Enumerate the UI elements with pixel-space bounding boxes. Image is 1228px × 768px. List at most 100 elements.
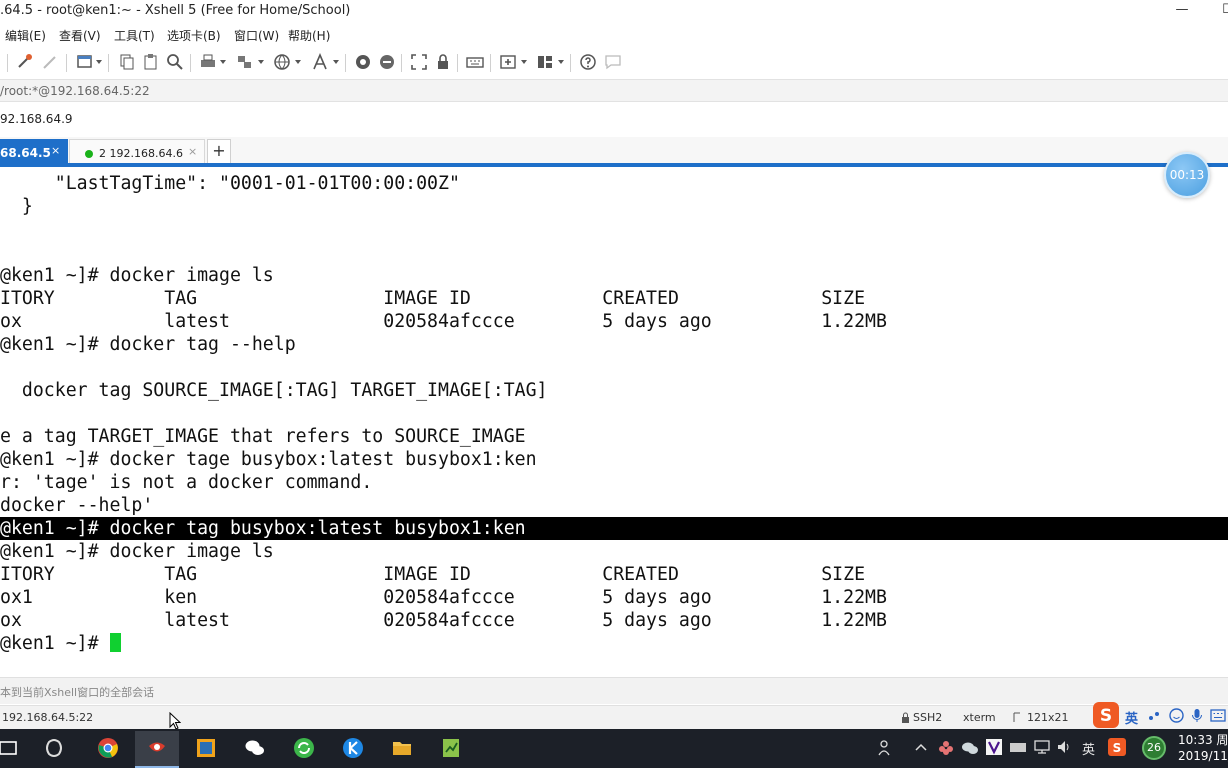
new-tab-button[interactable]: + xyxy=(207,139,231,165)
paste-icon[interactable] xyxy=(142,53,160,71)
help-icon[interactable] xyxy=(579,53,597,71)
notification-badge[interactable]: 26 xyxy=(1142,736,1166,760)
tab-label: 68.64.5 xyxy=(0,146,51,160)
lock-icon xyxy=(902,712,909,723)
menu-help[interactable]: 帮助(H) xyxy=(288,27,330,44)
terminal-line: @ken1 ~]# docker tage busybox:latest bus… xyxy=(0,449,537,470)
folder-icon xyxy=(393,742,411,755)
disconnect-icon[interactable] xyxy=(41,53,59,71)
chevron-down-icon[interactable] xyxy=(220,60,226,64)
terminal-line: ox latest 020584afccce 5 days ago 1.22MB xyxy=(0,311,887,332)
xmanager-icon[interactable] xyxy=(378,53,396,71)
device-icon[interactable] xyxy=(1009,740,1027,754)
terminal-line: "LastTagTime": "0001-01-01T00:00:00Z" xyxy=(0,173,460,194)
clock-time[interactable]: 10:33 周 xyxy=(1178,731,1228,748)
keyboard-icon[interactable] xyxy=(466,53,484,71)
chevron-down-icon[interactable] xyxy=(295,60,301,64)
globe-icon[interactable] xyxy=(273,53,291,71)
copy-icon[interactable] xyxy=(118,53,136,71)
add-tab-icon[interactable] xyxy=(499,53,517,71)
taskbar-vmware[interactable] xyxy=(184,731,228,768)
tab-session-1[interactable]: 68.64.5 × xyxy=(0,139,68,165)
wechat-tray-icon[interactable] xyxy=(961,740,979,756)
layout-icon[interactable] xyxy=(536,53,554,71)
new-session-icon[interactable] xyxy=(76,53,94,71)
menu-window[interactable]: 窗口(W) xyxy=(234,27,279,44)
compose-bar[interactable]: 本到当前Xshell窗口的全部会话 xyxy=(0,677,1228,704)
window-title: .64.5 - root@ken1:~ - Xshell 5 (Free for… xyxy=(0,3,351,18)
menu-tools[interactable]: 工具(T) xyxy=(114,27,155,44)
taskbar-xshell[interactable] xyxy=(135,731,179,768)
toolbar-separator xyxy=(66,54,67,72)
toolbar-separator xyxy=(345,54,346,72)
address-bar[interactable]: /root:*@192.168.64.5:22 xyxy=(0,79,1228,102)
taskbar-file-explorer[interactable] xyxy=(380,731,424,768)
terminal-line: @ken1 ~]# docker tag --help xyxy=(0,334,296,355)
sogou-tray-icon[interactable]: S xyxy=(1108,738,1126,756)
ime-mode-label[interactable]: 英 xyxy=(1125,708,1138,727)
flower-app-icon[interactable] xyxy=(938,740,954,756)
task-view-button[interactable] xyxy=(0,731,30,768)
taskbar: 英 S 26 10:33 周 2019/11/ xyxy=(0,729,1228,768)
taskbar-k-app[interactable] xyxy=(331,731,375,768)
chevron-down-icon[interactable] xyxy=(521,60,527,64)
tab-session-2[interactable]: 2 192.168.64.6 × xyxy=(69,139,205,165)
minimize-button[interactable]: — xyxy=(1159,0,1205,23)
menu-view[interactable]: 查看(V) xyxy=(59,27,101,44)
punctuation-icon[interactable] xyxy=(1147,709,1161,723)
fullscreen-icon[interactable] xyxy=(410,53,428,71)
status-bar: 192.168.64.5:22 SSH2 xterm 121x21 xyxy=(0,705,1228,729)
chevron-down-icon[interactable] xyxy=(258,60,264,64)
resize-icon xyxy=(1013,712,1020,722)
network-icon[interactable] xyxy=(1033,739,1051,755)
v-app-icon[interactable] xyxy=(986,739,1002,755)
toolbar xyxy=(0,48,1228,78)
menu-edit[interactable]: 编辑(E) xyxy=(5,27,46,44)
maximize-button[interactable]: ☐ xyxy=(1205,0,1228,23)
close-icon[interactable]: × xyxy=(51,145,60,157)
notepad-app-icon xyxy=(443,739,459,757)
status-size: 121x21 xyxy=(1027,711,1069,724)
menu-tabs[interactable]: 选项卡(B) xyxy=(167,27,221,44)
clock-date[interactable]: 2019/11/ xyxy=(1178,749,1228,763)
ime-language-label[interactable]: 英 xyxy=(1082,739,1095,758)
session-host[interactable]: 92.168.64.9 xyxy=(0,112,73,126)
print-icon[interactable] xyxy=(199,53,217,71)
taskbar-app-360[interactable] xyxy=(32,731,76,768)
font-icon[interactable] xyxy=(311,53,329,71)
transfer-icon[interactable] xyxy=(236,53,254,71)
reconnect-icon[interactable] xyxy=(16,53,34,71)
app-360-icon xyxy=(46,739,62,757)
taskbar-notepad-app[interactable] xyxy=(429,731,473,768)
chevron-down-icon[interactable] xyxy=(558,60,564,64)
k-app-icon xyxy=(343,738,363,758)
taskbar-wechat[interactable] xyxy=(233,731,277,768)
people-icon[interactable] xyxy=(878,739,894,757)
chevron-down-icon[interactable] xyxy=(333,60,339,64)
taskbar-refresh-app[interactable] xyxy=(282,731,326,768)
microphone-icon[interactable] xyxy=(1191,708,1203,723)
xftp-icon[interactable] xyxy=(354,53,372,71)
taskbar-chrome[interactable] xyxy=(86,731,130,768)
terminal-prompt: @ken1 ~]# xyxy=(0,633,110,654)
chevron-up-icon[interactable] xyxy=(915,742,927,752)
chevron-down-icon[interactable] xyxy=(96,60,102,64)
terminal-prompt-line: @ken1 ~]# xyxy=(0,632,1228,655)
sogou-ime-icon[interactable]: S xyxy=(1092,701,1120,729)
toolbar-separator xyxy=(7,54,8,72)
status-protocol: SSH2 xyxy=(913,711,943,724)
keyboard-icon[interactable] xyxy=(1210,709,1226,722)
comment-icon[interactable] xyxy=(604,53,622,71)
address-text: /root:*@192.168.64.5:22 xyxy=(0,84,150,98)
lock-icon[interactable] xyxy=(434,53,452,71)
emoji-icon[interactable] xyxy=(1169,708,1184,723)
recording-timer[interactable]: 00:13 xyxy=(1164,152,1210,198)
session-bar: 92.168.64.9 xyxy=(0,106,1228,132)
close-icon[interactable]: × xyxy=(188,146,197,158)
volume-icon[interactable] xyxy=(1056,739,1072,755)
find-icon[interactable] xyxy=(166,53,184,71)
title-bar: .64.5 - root@ken1:~ - Xshell 5 (Free for… xyxy=(0,0,1228,23)
terminal[interactable]: "LastTagTime": "0001-01-01T00:00:00Z" } … xyxy=(0,167,1228,675)
